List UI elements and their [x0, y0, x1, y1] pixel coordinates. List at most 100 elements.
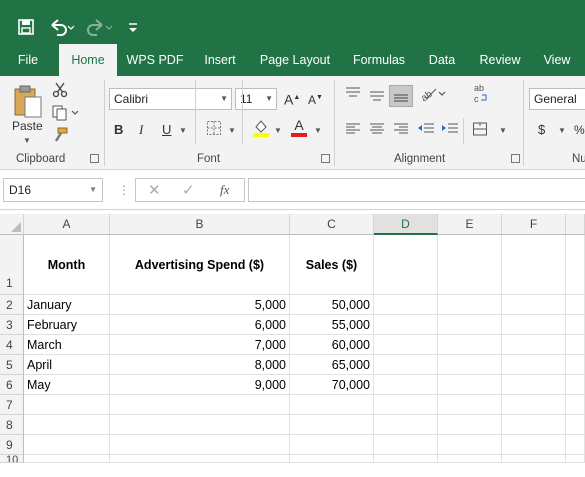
tab-formulas[interactable]: Formulas: [346, 44, 412, 76]
column-header-next[interactable]: [566, 214, 585, 235]
tab-review[interactable]: Review: [472, 44, 528, 76]
cell[interactable]: [110, 395, 290, 415]
cell[interactable]: [374, 335, 438, 355]
row-header-5[interactable]: 5: [0, 355, 24, 375]
cell[interactable]: [110, 455, 290, 463]
cut-icon[interactable]: [52, 82, 68, 103]
align-center-icon[interactable]: [369, 122, 385, 141]
advertising-spend-cell[interactable]: 6,000: [110, 315, 290, 335]
cell[interactable]: [374, 395, 438, 415]
cell[interactable]: [502, 375, 566, 395]
font-color-button[interactable]: A: [291, 118, 307, 137]
cell[interactable]: [24, 395, 110, 415]
row-header-1[interactable]: 1: [0, 235, 24, 295]
advertising-spend-cell[interactable]: 8,000: [110, 355, 290, 375]
sales-cell[interactable]: 50,000: [290, 295, 374, 315]
cell[interactable]: [374, 375, 438, 395]
column-header-d[interactable]: D: [374, 214, 438, 235]
cell[interactable]: [502, 415, 566, 435]
cell[interactable]: [374, 355, 438, 375]
borders-icon[interactable]: [206, 120, 222, 141]
wrap-text-icon[interactable]: ab c: [473, 82, 489, 111]
chevron-down-icon[interactable]: ▼: [499, 126, 507, 135]
cell[interactable]: [290, 395, 374, 415]
formula-input[interactable]: [248, 178, 585, 202]
cancel-icon[interactable]: ✕: [148, 181, 161, 199]
cell[interactable]: [374, 295, 438, 315]
align-middle-icon[interactable]: [369, 88, 385, 107]
column-header-c[interactable]: C: [290, 214, 374, 235]
align-right-icon[interactable]: [393, 122, 409, 141]
grow-font-button[interactable]: A▲: [284, 89, 300, 109]
currency-button[interactable]: $: [538, 121, 545, 139]
row-header-9[interactable]: 9: [0, 435, 24, 455]
cell[interactable]: [24, 415, 110, 435]
month-cell[interactable]: April: [24, 355, 110, 375]
table-header-sales[interactable]: Sales ($): [290, 235, 374, 295]
column-header-e[interactable]: E: [438, 214, 502, 235]
table-header-advertising-spend[interactable]: Advertising Spend ($): [110, 235, 290, 295]
increase-indent-icon[interactable]: [441, 122, 459, 141]
cell[interactable]: [566, 295, 585, 315]
cell[interactable]: [438, 295, 502, 315]
align-bottom-icon[interactable]: [389, 85, 413, 107]
cell[interactable]: [290, 455, 374, 463]
cell[interactable]: [502, 395, 566, 415]
cell[interactable]: [374, 415, 438, 435]
cell[interactable]: [374, 435, 438, 455]
cell[interactable]: [566, 435, 585, 455]
alignment-launcher-icon[interactable]: [511, 154, 520, 163]
month-cell[interactable]: January: [24, 295, 110, 315]
clipboard-launcher-icon[interactable]: [90, 154, 99, 163]
underline-button[interactable]: U: [162, 121, 171, 139]
cell[interactable]: [438, 355, 502, 375]
column-header-a[interactable]: A: [24, 214, 110, 235]
advertising-spend-cell[interactable]: 5,000: [110, 295, 290, 315]
row-header-4[interactable]: 4: [0, 335, 24, 355]
chevron-down-icon[interactable]: ▼: [274, 126, 282, 135]
cell[interactable]: [566, 455, 585, 463]
cell[interactable]: [566, 355, 585, 375]
cell[interactable]: [502, 295, 566, 315]
tab-file[interactable]: File: [8, 44, 48, 76]
decrease-indent-icon[interactable]: [417, 122, 435, 141]
cell[interactable]: [502, 435, 566, 455]
merge-center-icon[interactable]: [472, 121, 488, 142]
customize-qat-icon[interactable]: [128, 20, 138, 40]
percent-button[interactable]: %: [574, 121, 585, 139]
tab-insert[interactable]: Insert: [196, 44, 244, 76]
cell[interactable]: [24, 435, 110, 455]
cell[interactable]: [566, 315, 585, 335]
cell[interactable]: [24, 455, 110, 463]
tab-home[interactable]: Home: [59, 44, 117, 76]
bold-button[interactable]: B: [114, 121, 123, 139]
chevron-down-icon[interactable]: ▼: [228, 126, 236, 135]
insert-function-button[interactable]: fx: [220, 182, 229, 198]
font-name-select[interactable]: Calibri ▼: [109, 88, 232, 110]
cell[interactable]: [438, 455, 502, 463]
cell[interactable]: [290, 415, 374, 435]
cell-f1[interactable]: [502, 235, 566, 295]
row-header-2[interactable]: 2: [0, 295, 24, 315]
month-cell[interactable]: February: [24, 315, 110, 335]
column-header-f[interactable]: F: [502, 214, 566, 235]
tab-wps-pdf[interactable]: WPS PDF: [124, 44, 186, 76]
cell[interactable]: [438, 375, 502, 395]
chevron-down-icon[interactable]: ▼: [314, 126, 322, 135]
cell[interactable]: [290, 435, 374, 455]
chevron-down-icon[interactable]: ▼: [179, 126, 187, 135]
number-format-select[interactable]: General: [529, 88, 585, 110]
row-header-10[interactable]: 10: [0, 455, 24, 463]
cell-d1[interactable]: [374, 235, 438, 295]
cell[interactable]: [566, 335, 585, 355]
cell[interactable]: [438, 315, 502, 335]
cell[interactable]: [110, 435, 290, 455]
sales-cell[interactable]: 55,000: [290, 315, 374, 335]
shrink-font-button[interactable]: A▼: [308, 89, 323, 109]
format-painter-icon[interactable]: [52, 127, 68, 148]
advertising-spend-cell[interactable]: 7,000: [110, 335, 290, 355]
cell[interactable]: [110, 415, 290, 435]
table-header-month[interactable]: Month: [24, 235, 110, 295]
undo-icon[interactable]: [48, 18, 75, 42]
cell[interactable]: [566, 415, 585, 435]
